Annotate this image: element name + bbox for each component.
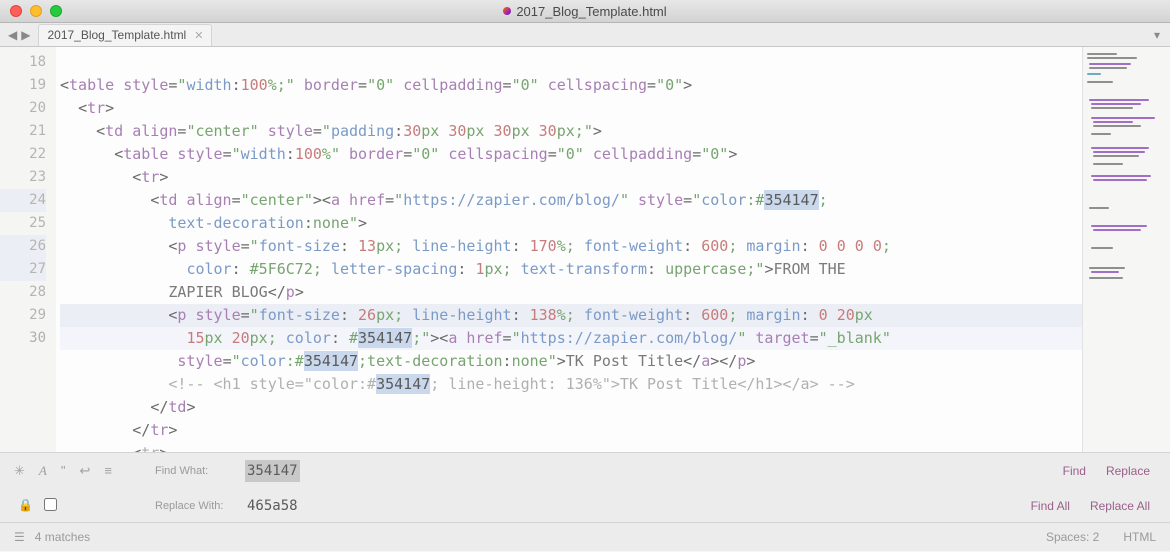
editor: 18 19 20 21 22 23 24 25 26 27 28 29 30 <…	[0, 47, 1170, 452]
gutter: 18 19 20 21 22 23 24 25 26 27 28 29 30	[0, 47, 56, 452]
selection-icon[interactable]: ≡	[104, 463, 112, 479]
code-area[interactable]: <table style="width:100%;" border="0" ce…	[56, 47, 1082, 452]
line-number: 19	[0, 74, 46, 97]
replace-button[interactable]: Replace	[1106, 464, 1150, 478]
tab-label: 2017_Blog_Template.html	[47, 28, 186, 42]
window-title-text: 2017_Blog_Template.html	[516, 4, 666, 19]
menu-icon[interactable]: ☰	[14, 534, 25, 540]
search-match: 354147	[304, 351, 358, 371]
line-number: 23	[0, 166, 46, 189]
wrap-icon[interactable]: ↩︎	[79, 463, 90, 479]
status-language[interactable]: HTML	[1123, 530, 1156, 544]
line-number: 29	[0, 304, 46, 327]
line-number: 28	[0, 281, 46, 304]
find-button[interactable]: Find	[1063, 464, 1086, 478]
find-what-label: Find What:	[155, 465, 245, 477]
search-match: 354147	[376, 374, 430, 394]
nav-forward-icon[interactable]: ▶	[19, 28, 32, 42]
quote-icon[interactable]: "	[61, 463, 66, 479]
line-number: 27	[0, 258, 46, 281]
minimize-icon[interactable]	[30, 5, 42, 17]
window-controls	[0, 5, 62, 17]
line-number: 24	[0, 189, 46, 212]
line-number: 26	[0, 235, 46, 258]
file-icon	[503, 7, 511, 15]
line-number: 21	[0, 120, 46, 143]
line-number: 22	[0, 143, 46, 166]
minimap[interactable]	[1082, 47, 1170, 452]
find-all-button[interactable]: Find All	[1031, 499, 1070, 513]
titlebar: 2017_Blog_Template.html	[0, 0, 1170, 23]
maximize-icon[interactable]	[50, 5, 62, 17]
statusbar: ☰ 4 matches Spaces: 2 HTML	[0, 522, 1170, 551]
line-number: 25	[0, 212, 46, 235]
status-matches: 4 matches	[35, 530, 90, 544]
regex-icon[interactable]: ✳︎	[14, 463, 25, 479]
tab-close-icon[interactable]: ✕	[194, 29, 203, 42]
find-replace-panel: ✳︎ A " ↩︎ ≡ Find What: 354147 Find Repla…	[0, 452, 1170, 522]
line-number: 18	[0, 51, 46, 74]
close-icon[interactable]	[10, 5, 22, 17]
replace-with-label: Replace With:	[155, 500, 245, 512]
preserve-case-checkbox[interactable]	[44, 498, 57, 511]
tabbar: ◀ ▶ 2017_Blog_Template.html ✕ ▾	[0, 23, 1170, 47]
replace-all-button[interactable]: Replace All	[1090, 499, 1150, 513]
window-title: 2017_Blog_Template.html	[0, 4, 1170, 19]
find-what-input[interactable]: 354147	[245, 460, 300, 482]
search-match: 354147	[358, 328, 412, 348]
case-icon[interactable]: A	[39, 463, 47, 479]
tab-active[interactable]: 2017_Blog_Template.html ✕	[38, 24, 212, 46]
line-number: 30	[0, 327, 46, 350]
nav-back-icon[interactable]: ◀	[6, 28, 19, 42]
status-spaces[interactable]: Spaces: 2	[1046, 530, 1099, 544]
replace-with-input[interactable]: 465a58	[245, 495, 300, 517]
tab-menu-icon[interactable]: ▾	[1154, 28, 1160, 42]
lock-icon[interactable]: 🔒	[18, 498, 33, 514]
line-number: 20	[0, 97, 46, 120]
search-match: 354147	[764, 190, 818, 210]
